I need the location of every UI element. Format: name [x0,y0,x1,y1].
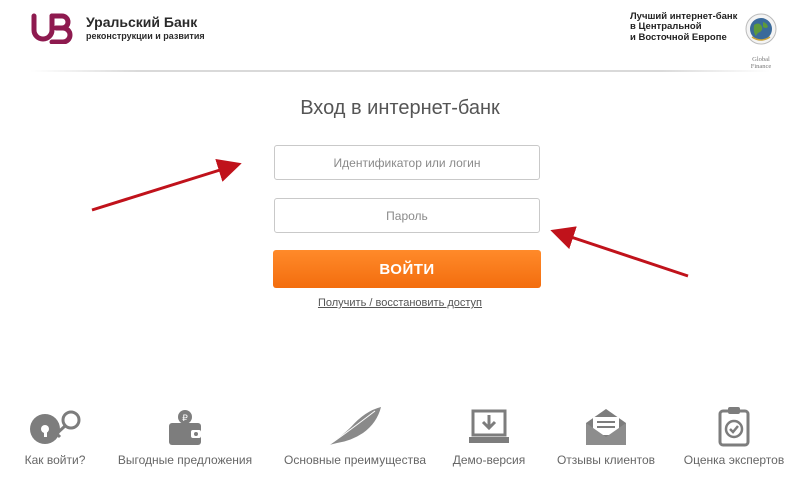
feature-label: Как войти? [24,453,86,467]
arrow-to-password [550,226,689,278]
award-line-3: и Восточной Европе [630,31,727,43]
page-title: Вход в интернет-банк [300,97,500,119]
feature-advantages[interactable]: Основные преимущества [280,405,430,467]
feather-icon [328,407,381,446]
award-block: Лучший интернет-банк в Центральной и Вос… [630,11,778,70]
header-divider [30,70,770,72]
password-input[interactable] [274,198,540,233]
svg-text:₽: ₽ [182,414,188,424]
login-input[interactable] [274,145,540,180]
feature-label: Отзывы клиентов [556,453,656,467]
feature-label: Демо-версия [452,453,526,467]
award-badge-text: Global Finance [750,56,772,70]
envelope-icon [586,409,626,445]
key-icon [30,410,81,444]
arrow-to-login [91,158,242,212]
feature-offers[interactable]: ₽ Выгодные предложения [112,405,258,467]
ubrd-logo-icon [31,13,73,44]
award-badge: Global Finance [744,12,778,70]
globe-award-icon [745,13,777,45]
feature-label: Основные преимущества [283,453,427,467]
header: Уральский Банк реконструкции и развития … [0,0,800,74]
bank-subtitle: реконструкции и развития [86,30,205,41]
feature-demo[interactable]: Демо-версия [447,405,531,467]
award-text: Лучший интернет-банк в Центральной и Вос… [630,11,742,68]
laptop-download-icon [469,409,509,443]
feature-expert-rating[interactable]: Оценка экспертов [680,405,788,467]
feature-label: Оценка экспертов [683,453,785,467]
feature-reviews[interactable]: Отзывы клиентов [552,405,660,467]
wallet-icon: ₽ [169,410,201,445]
feature-label: Выгодные предложения [117,453,253,467]
bank-logo[interactable]: Уральский Банк реконструкции и развития [30,12,205,44]
feature-how-to-login[interactable]: Как войти? [22,405,88,467]
login-button[interactable]: ВОЙТИ [273,250,541,288]
clipboard-check-icon [718,407,750,447]
bank-name: Уральский Банк [86,13,198,30]
restore-access-link[interactable]: Получить / восстановить доступ [0,297,800,309]
